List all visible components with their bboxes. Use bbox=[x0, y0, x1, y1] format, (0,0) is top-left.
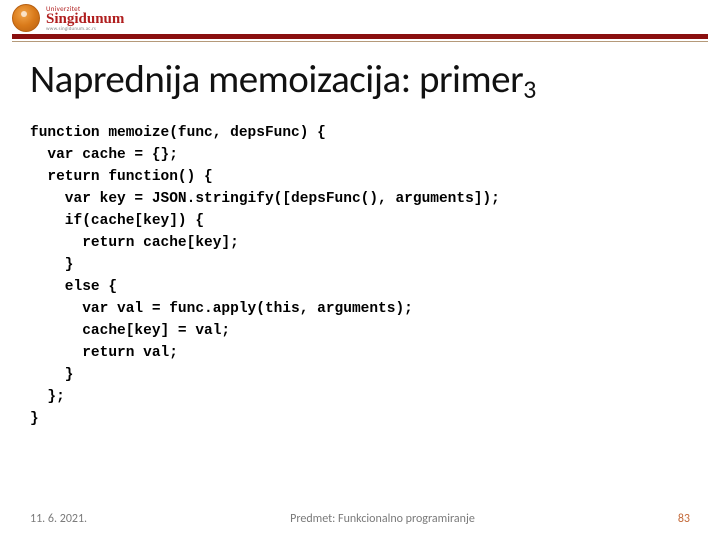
logo-name: Singidunum bbox=[46, 12, 124, 27]
logo-url: www.singidunum.ac.rs bbox=[46, 27, 124, 32]
title-sub: 3 bbox=[523, 73, 536, 105]
slide-title: Naprednija memoizacija: primer3 bbox=[30, 56, 690, 103]
code-block: function memoize(func, depsFunc) { var c… bbox=[30, 122, 690, 430]
footer-subject: Predmet: Funkcionalno programiranje bbox=[87, 512, 678, 526]
footer: 11. 6. 2021. Predmet: Funkcionalno progr… bbox=[30, 512, 690, 526]
header-rule-thin bbox=[12, 41, 708, 42]
footer-date: 11. 6. 2021. bbox=[30, 512, 87, 526]
header-rule-thick bbox=[12, 34, 708, 39]
logo-icon bbox=[12, 4, 40, 32]
logo-text: Univerzitet Singidunum www.singidunum.ac… bbox=[46, 5, 124, 32]
footer-page: 83 bbox=[678, 512, 690, 526]
logo: Univerzitet Singidunum www.singidunum.ac… bbox=[12, 4, 124, 32]
title-main: Naprednija memoizacija: primer bbox=[30, 56, 523, 103]
slide: Univerzitet Singidunum www.singidunum.ac… bbox=[0, 0, 720, 540]
